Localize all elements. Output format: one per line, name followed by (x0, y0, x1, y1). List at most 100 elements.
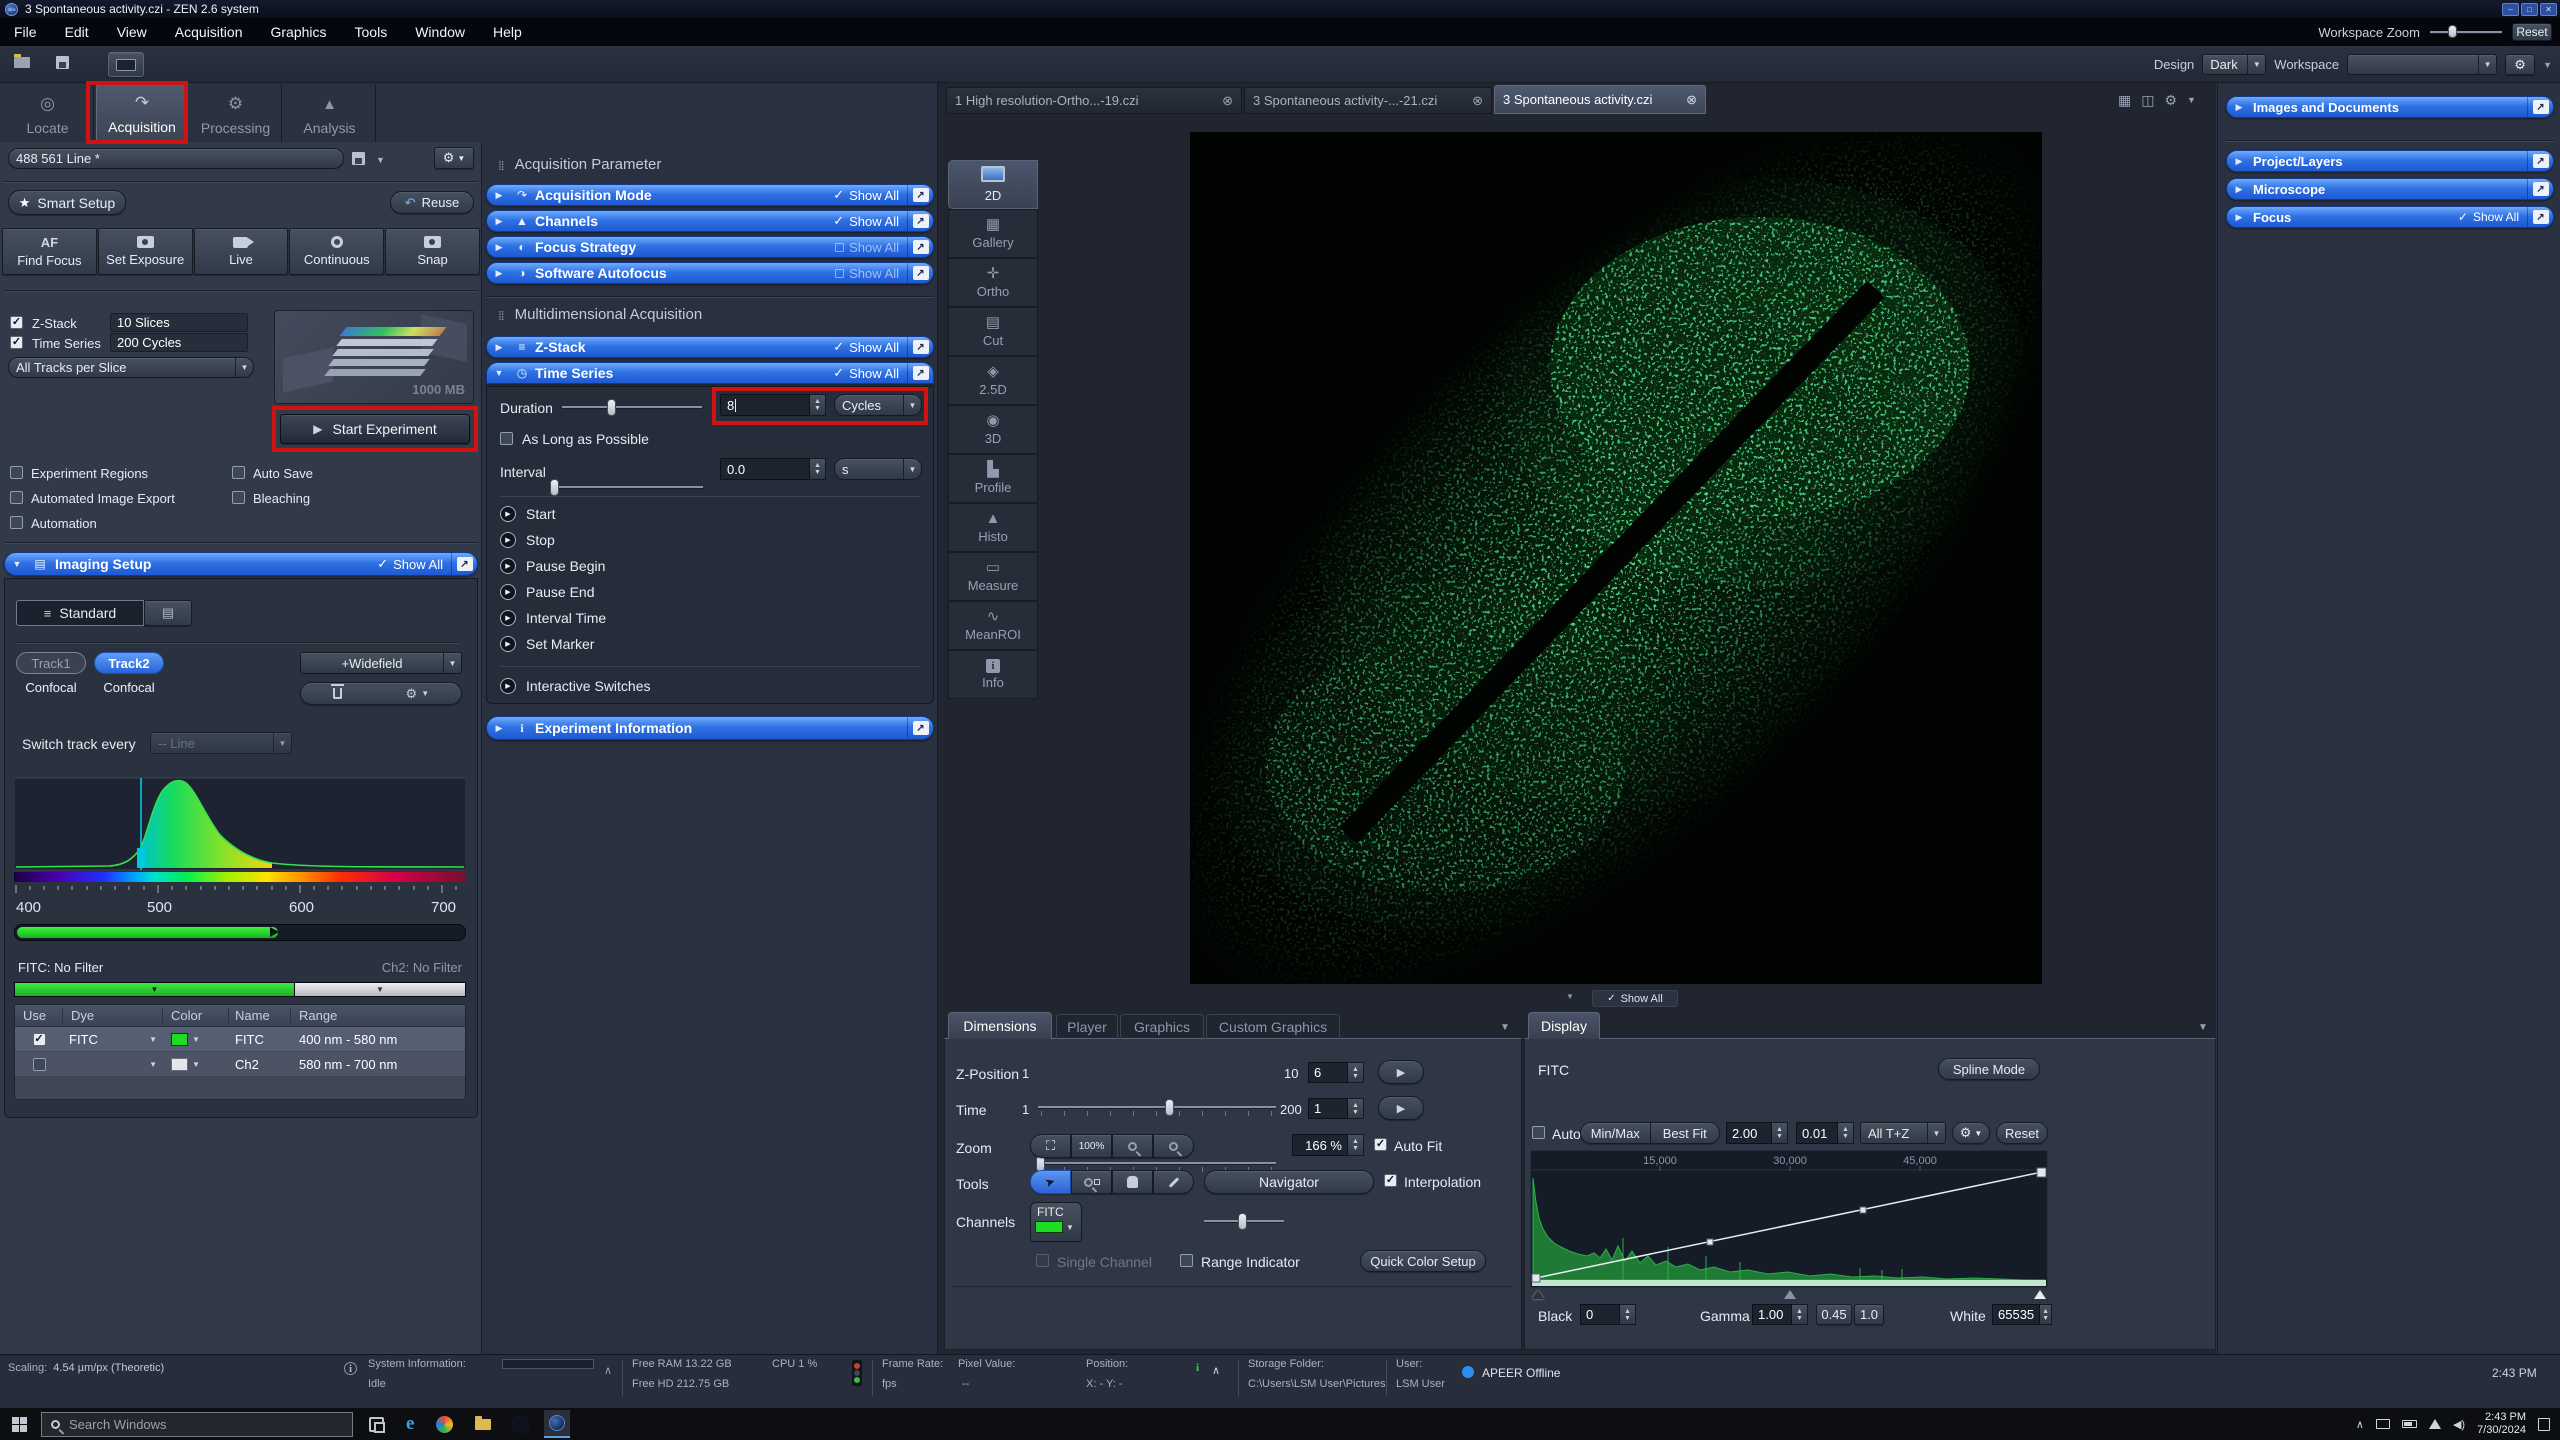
auto-fit-checkbox[interactable] (1374, 1138, 1387, 1151)
show-all-toggle[interactable]: ✓Show All (825, 339, 907, 355)
interactive-switches-expander[interactable]: ▶Interactive Switches (500, 678, 651, 694)
status-caret-icon[interactable]: ∧ (1212, 1364, 1220, 1377)
panel-expand[interactable]: ↗ (907, 337, 933, 357)
display-auto-checkbox[interactable] (1532, 1126, 1545, 1139)
focus-strategy-header[interactable]: ▶◐ Focus Strategy Show All ↗ (486, 236, 934, 258)
save-icon[interactable] (56, 56, 69, 69)
spectrum-chart[interactable]: 400 500 600 700 (14, 776, 466, 918)
time-play-button[interactable]: ▶ (1378, 1096, 1424, 1120)
tray-volume-icon[interactable]: ◀) (2453, 1418, 2465, 1431)
minimize-button[interactable]: – (2502, 3, 2519, 16)
duration-spinner[interactable]: ▲▼ (810, 394, 826, 416)
zen-app-icon[interactable] (511, 1415, 530, 1434)
viewer-show-all-toggle[interactable]: ✓Show All (1592, 990, 1678, 1007)
switch-track-select[interactable]: -- Line▼ (150, 732, 292, 754)
experiment-regions-checkbox[interactable] (10, 466, 23, 479)
main-tab-processing[interactable]: ⚙ Processing (190, 84, 282, 142)
workspace-select[interactable]: ▼ (2347, 54, 2497, 75)
zoom-region-tool-button[interactable] (1071, 1170, 1112, 1194)
color-app-icon[interactable] (436, 1416, 453, 1433)
zen-active-app-icon[interactable] (544, 1410, 570, 1438)
show-all-toggle[interactable]: ✓Show All (825, 213, 907, 229)
panel-expand[interactable]: ↗ (2527, 97, 2553, 117)
white-spinner[interactable]: 65535▲▼ (1992, 1304, 2052, 1325)
chevron-down-icon[interactable]: ▼ (192, 1060, 200, 1069)
collapse-arrow-icon[interactable]: ▼ (5, 559, 29, 569)
laser-line-handle[interactable] (137, 848, 145, 868)
show-all-toggle[interactable]: Show All (827, 266, 907, 281)
panel-expand[interactable]: ↗ (2527, 179, 2553, 199)
panel-expand[interactable]: ↗ (907, 185, 933, 205)
z-position-handle[interactable] (1165, 1099, 1174, 1116)
track2-pill[interactable]: Track2 (94, 652, 164, 674)
tab-player[interactable]: Player (1056, 1014, 1118, 1039)
histogram-chart[interactable]: 15,000 30,000 45,000 (1530, 1150, 2048, 1288)
add-track-select[interactable]: +Widefield▼ (300, 652, 462, 674)
tray-network-icon[interactable] (2429, 1419, 2441, 1429)
panel-expand[interactable]: ↗ (907, 717, 933, 739)
interval-unit-select[interactable]: s▼ (834, 458, 922, 480)
gamma-slider[interactable] (1784, 1290, 1796, 1299)
display-reset-button[interactable]: Reset (1996, 1122, 2048, 1144)
software-autofocus-header[interactable]: ▶◑ Software Autofocus Show All ↗ (486, 262, 934, 284)
tray-battery-icon[interactable] (2402, 1420, 2417, 1428)
reuse-button[interactable]: ↶Reuse (390, 191, 474, 214)
task-view-icon[interactable] (369, 1417, 384, 1432)
close-icon[interactable]: ⊗ (1222, 93, 1233, 109)
chevron-down-icon[interactable]: ▼ (2187, 95, 2196, 109)
open-file-icon[interactable] (14, 57, 30, 68)
start-expander[interactable]: ▶Start (500, 506, 556, 522)
time-series-header[interactable]: ▼◷ Time Series ✓Show All ↗ (486, 362, 934, 384)
channel-use-checkbox[interactable] (33, 1033, 46, 1046)
scope-select[interactable]: All T+Z▼ (1860, 1122, 1946, 1144)
track-gear-button[interactable]: ⚙▼ (406, 686, 430, 702)
channel-use-checkbox[interactable] (33, 1058, 46, 1071)
menu-edit[interactable]: Edit (51, 24, 103, 40)
z-position-spinner[interactable]: 6▲▼ (1308, 1062, 1364, 1083)
notification-center-icon[interactable] (2538, 1418, 2550, 1431)
drag-dots-icon[interactable]: ⣿ (498, 161, 506, 169)
zoom-out-button[interactable] (1112, 1134, 1153, 1158)
interval-slider-handle[interactable] (550, 479, 559, 496)
view-mode-profile[interactable]: ▙Profile (948, 454, 1038, 503)
range-indicator-checkbox[interactable] (1180, 1254, 1193, 1267)
experiment-information-header[interactable]: ▶ i Experiment Information ↗ (486, 716, 934, 740)
interval-spinner[interactable]: ▲▼ (810, 458, 826, 480)
maximize-button[interactable]: □ (2521, 3, 2538, 16)
tray-expand-icon[interactable]: ∧ (2356, 1418, 2364, 1431)
view-mode-25d[interactable]: ◈2.5D (948, 356, 1038, 405)
start-experiment-button[interactable]: ▶Start Experiment (280, 414, 470, 444)
view-mode-2d[interactable]: 2D (948, 160, 1038, 209)
main-tab-locate[interactable]: ◎ Locate (2, 84, 94, 142)
workspace-zoom-reset-button[interactable]: Reset (2512, 23, 2552, 41)
duration-slider[interactable] (562, 398, 702, 416)
gamma-045-button[interactable]: 0.45 (1816, 1304, 1852, 1325)
set-exposure-button[interactable]: Set Exposure (98, 228, 193, 275)
set-marker-expander[interactable]: ▶Set Marker (500, 636, 594, 652)
tab-custom-graphics[interactable]: Custom Graphics (1206, 1014, 1340, 1039)
imaging-setup-header[interactable]: ▼ ▤ Imaging Setup ✓Show All ↗ (4, 552, 478, 576)
bestfit-exp-spinner[interactable]: 2.00▲▼ (1726, 1122, 1788, 1144)
project-layers-header[interactable]: ▶ Project/Layers ↗ (2226, 150, 2554, 172)
collapse-arrow-icon[interactable]: ▶ (2227, 102, 2251, 113)
menu-graphics[interactable]: Graphics (256, 24, 340, 40)
black-spinner[interactable]: 0▲▼ (1580, 1304, 1636, 1325)
zoom-fit-button[interactable]: ⛶ (1030, 1134, 1071, 1158)
chevron-down-icon[interactable]: ▼ (2198, 1022, 2208, 1033)
panel-expand[interactable]: ↗ (907, 363, 933, 383)
tab-dimensions[interactable]: Dimensions (948, 1012, 1052, 1039)
min-max-button[interactable]: Min/Max (1580, 1122, 1651, 1144)
chevron-down-icon[interactable]: ▼ (149, 1060, 157, 1069)
channel-color-swatch[interactable] (171, 1058, 188, 1071)
menu-help[interactable]: Help (479, 24, 536, 40)
collapse-arrow-icon[interactable]: ▶ (2227, 212, 2251, 223)
white-point-slider[interactable] (2034, 1290, 2046, 1299)
chevron-down-icon[interactable]: ▼ (1500, 1022, 1510, 1033)
menu-acquisition[interactable]: Acquisition (161, 24, 257, 40)
spline-mode-button[interactable]: Spline Mode (1938, 1058, 2040, 1080)
table-row[interactable]: FITC▼ ▼ FITC 400 nm - 580 nm (15, 1027, 465, 1052)
tracks-per-slice-select[interactable]: All Tracks per Slice▼ (8, 357, 254, 378)
edge-icon[interactable]: e (406, 1413, 414, 1435)
tray-display-icon[interactable] (2376, 1419, 2390, 1429)
best-fit-button[interactable]: Best Fit (1651, 1122, 1721, 1144)
